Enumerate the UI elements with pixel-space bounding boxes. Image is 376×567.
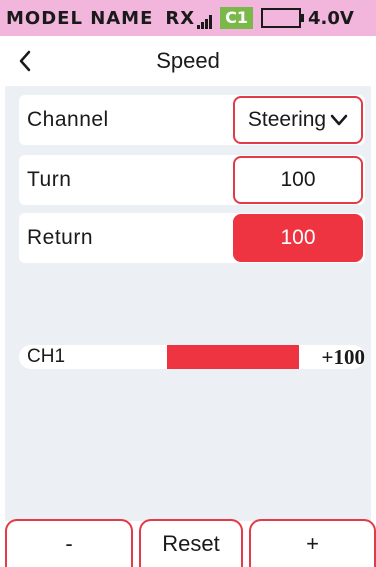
turn-value-field[interactable]: 100: [233, 156, 363, 204]
battery-voltage: 4.0V: [308, 7, 354, 29]
return-value: 100: [280, 226, 316, 249]
return-label: Return: [27, 226, 94, 249]
status-bar: MODEL NAME RX C1 4.0V: [0, 0, 376, 36]
reset-button[interactable]: Reset: [139, 519, 243, 567]
receiver-label: RX: [165, 7, 196, 29]
header: Speed: [0, 36, 376, 86]
channel-select-value: Steering: [247, 108, 327, 131]
increase-button[interactable]: +: [249, 519, 376, 567]
chevron-down-icon: [330, 114, 348, 126]
receiver-indicator: RX: [165, 7, 213, 29]
increase-label: +: [306, 531, 319, 556]
channel-output-value: +100: [321, 345, 365, 369]
channel-row: Channel Steering: [19, 95, 365, 145]
channel-output-label: CH1: [27, 346, 66, 367]
battery-icon: [261, 8, 305, 28]
decrease-button[interactable]: -: [5, 519, 133, 567]
channel-badge: C1: [220, 7, 254, 29]
turn-value: 100: [280, 168, 316, 191]
channel-label: Channel: [27, 108, 109, 131]
channel-select[interactable]: Steering: [233, 96, 363, 144]
return-value-field[interactable]: 100: [233, 214, 363, 262]
turn-label: Turn: [27, 168, 72, 191]
back-button[interactable]: [10, 44, 40, 78]
chevron-left-icon: [19, 50, 31, 72]
channel-output-track: [167, 345, 299, 369]
return-row: Return 100: [19, 213, 365, 263]
turn-row: Turn 100: [19, 155, 365, 205]
signal-strength-icon: [197, 14, 213, 29]
reset-label: Reset: [162, 531, 220, 556]
page-title: Speed: [156, 48, 220, 73]
channel-output-fill: [167, 345, 299, 369]
settings-panel: Channel Steering Turn 100 Return 100 CH1…: [5, 86, 371, 521]
channel-output-bar: CH1 +100: [19, 345, 365, 369]
model-name: MODEL NAME: [6, 7, 154, 29]
decrease-label: -: [65, 531, 73, 556]
